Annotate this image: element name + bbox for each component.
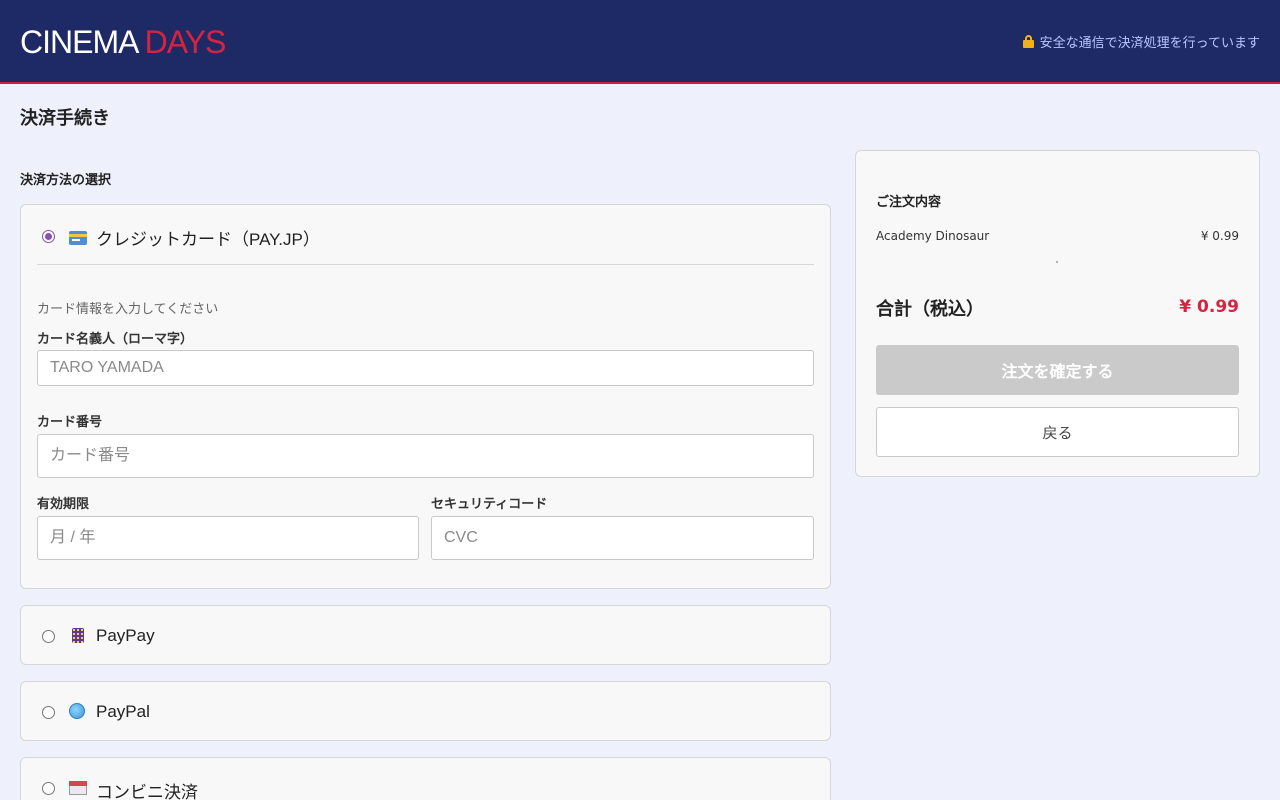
logo-accent-text: DAYS (144, 24, 227, 60)
paypal-label[interactable]: PayPal (96, 702, 150, 722)
confirm-order-button[interactable]: 注文を確定する (876, 345, 1239, 395)
secure-connection-notice: 安全な通信で決済処理を行っています (1022, 32, 1260, 51)
order-summary-title: ご注文内容 (876, 195, 942, 210)
lock-icon (1022, 35, 1034, 48)
divider (37, 264, 814, 265)
site-logo[interactable]: CINEMA DAYS (20, 24, 227, 61)
site-header: CINEMA DAYS 安全な通信で決済処理を行っています (0, 0, 1280, 84)
expiry-input[interactable] (37, 516, 419, 560)
order-item-name: Academy Dinosaur (876, 229, 990, 243)
total-value: ¥ 0.99 (1179, 297, 1239, 317)
credit-card-icon (69, 231, 87, 245)
paypay-radio[interactable] (42, 630, 55, 643)
order-item-price: ¥ 0.99 (1200, 229, 1239, 243)
globe-icon (69, 703, 85, 719)
card-number-label: カード番号 (37, 415, 103, 430)
expiry-label: 有効期限 (37, 497, 90, 512)
konbini-label[interactable]: コンビニ決済 (96, 778, 198, 800)
back-button[interactable]: 戻る (876, 407, 1239, 457)
mobile-phone-icon (72, 628, 84, 643)
payment-option-paypay[interactable]: PayPay (20, 605, 831, 665)
konbini-radio[interactable] (42, 782, 55, 795)
payment-option-konbini[interactable]: コンビニ決済 (20, 757, 831, 800)
cvc-label: セキュリティコード (431, 497, 548, 512)
card-holder-input[interactable] (37, 350, 814, 386)
separator-dot (1056, 261, 1058, 263)
credit-card-radio[interactable] (42, 230, 55, 243)
payment-option-credit-card: クレジットカード（PAY.JP） カード情報を入力してください カード名義人（ロ… (20, 204, 831, 589)
convenience-store-icon (69, 781, 87, 795)
order-summary: ご注文内容 Academy Dinosaur ¥ 0.99 合計（税込） ¥ 0… (855, 150, 1260, 477)
secure-connection-text: 安全な通信で決済処理を行っています (1039, 36, 1260, 51)
paypay-label[interactable]: PayPay (96, 626, 155, 646)
paypal-radio[interactable] (42, 706, 55, 719)
page-title: 決済手続き (20, 108, 110, 129)
cvc-input[interactable] (431, 516, 814, 560)
credit-card-label[interactable]: クレジットカード（PAY.JP） (96, 225, 320, 250)
logo-main-text: CINEMA (20, 24, 145, 60)
card-holder-label: カード名義人（ローマ字） (37, 332, 194, 347)
total-label: 合計（税込） (876, 299, 984, 320)
card-number-input[interactable] (37, 434, 814, 478)
card-info-hint: カード情報を入力してください (37, 302, 219, 317)
payment-method-section-label: 決済方法の選択 (20, 173, 112, 188)
payment-option-paypal[interactable]: PayPal (20, 681, 831, 741)
